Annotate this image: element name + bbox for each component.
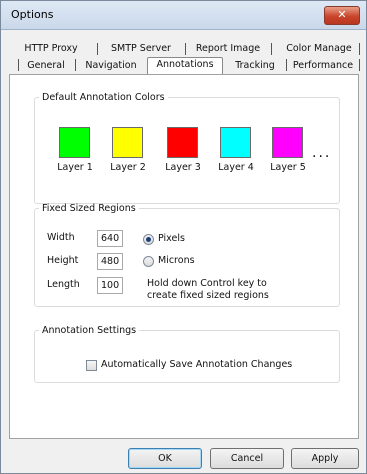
annotation-settings-group: Annotation Settings xyxy=(34,325,340,383)
tab-general[interactable]: General xyxy=(25,58,67,74)
tab-separator xyxy=(359,59,360,71)
microns-radio-label[interactable]: Microns xyxy=(158,255,195,266)
tab-navigation[interactable]: Navigation xyxy=(81,58,141,74)
group-title: Default Annotation Colors xyxy=(42,92,165,103)
length-input[interactable] xyxy=(97,277,123,294)
auto-save-checkbox[interactable] xyxy=(86,360,97,371)
fixed-region-hint: Hold down Control key to create fixed si… xyxy=(147,278,297,302)
apply-button[interactable]: Apply xyxy=(291,448,359,469)
layer-1-label: Layer 1 xyxy=(57,162,93,173)
tab-tracking[interactable]: Tracking xyxy=(229,58,281,74)
tab-separator xyxy=(18,59,19,71)
layer-5-label: Layer 5 xyxy=(270,162,306,173)
height-label: Height xyxy=(47,255,79,266)
tab-smtp-server[interactable]: SMTP Server xyxy=(104,41,178,57)
tab-separator xyxy=(185,43,186,55)
ok-button[interactable]: OK xyxy=(128,448,202,469)
hint-line-2: create fixed sized regions xyxy=(147,290,269,301)
tab-performance[interactable]: Performance xyxy=(292,58,354,74)
annotations-panel: Default Annotation Colors Layer 1 Layer … xyxy=(9,74,359,439)
window-title: Options xyxy=(11,8,54,21)
group-title: Annotation Settings xyxy=(42,325,137,336)
layer-3-label: Layer 3 xyxy=(165,162,201,173)
pixels-radio-label[interactable]: Pixels xyxy=(158,233,185,244)
title-bar: Options ✕ xyxy=(1,1,366,30)
tab-annotations[interactable]: Annotations xyxy=(149,57,221,73)
width-label: Width xyxy=(47,232,75,243)
options-dialog: Options ✕ HTTP Proxy SMTP Server Report … xyxy=(0,0,367,474)
layer-5-color-swatch[interactable] xyxy=(272,127,303,158)
tab-color-manage[interactable]: Color Manage xyxy=(281,41,357,57)
tab-separator xyxy=(97,43,98,55)
close-button[interactable]: ✕ xyxy=(324,6,360,25)
microns-radio[interactable] xyxy=(143,256,154,267)
layer-4-label: Layer 4 xyxy=(218,162,254,173)
auto-save-label[interactable]: Automatically Save Annotation Changes xyxy=(101,359,292,370)
tab-separator xyxy=(75,59,76,71)
layer-4-color-swatch[interactable] xyxy=(220,127,251,158)
tab-separator xyxy=(271,43,272,55)
layer-2-color-swatch[interactable] xyxy=(112,127,143,158)
tab-http-proxy[interactable]: HTTP Proxy xyxy=(15,41,87,57)
more-layers-ellipsis: ... xyxy=(312,145,332,161)
close-icon[interactable]: ✕ xyxy=(337,8,346,21)
hint-line-1: Hold down Control key to xyxy=(147,278,267,289)
layer-2-label: Layer 2 xyxy=(110,162,146,173)
tab-report-image[interactable]: Report Image xyxy=(192,41,264,57)
pixels-radio[interactable] xyxy=(143,234,154,245)
width-input[interactable] xyxy=(97,230,123,247)
height-input[interactable] xyxy=(97,253,123,270)
length-label: Length xyxy=(47,279,80,290)
layer-3-color-swatch[interactable] xyxy=(167,127,198,158)
group-title: Fixed Sized Regions xyxy=(42,203,136,214)
tab-separator xyxy=(286,59,287,71)
tab-separator xyxy=(359,43,360,55)
layer-1-color-swatch[interactable] xyxy=(59,127,90,158)
cancel-button[interactable]: Cancel xyxy=(210,448,284,469)
